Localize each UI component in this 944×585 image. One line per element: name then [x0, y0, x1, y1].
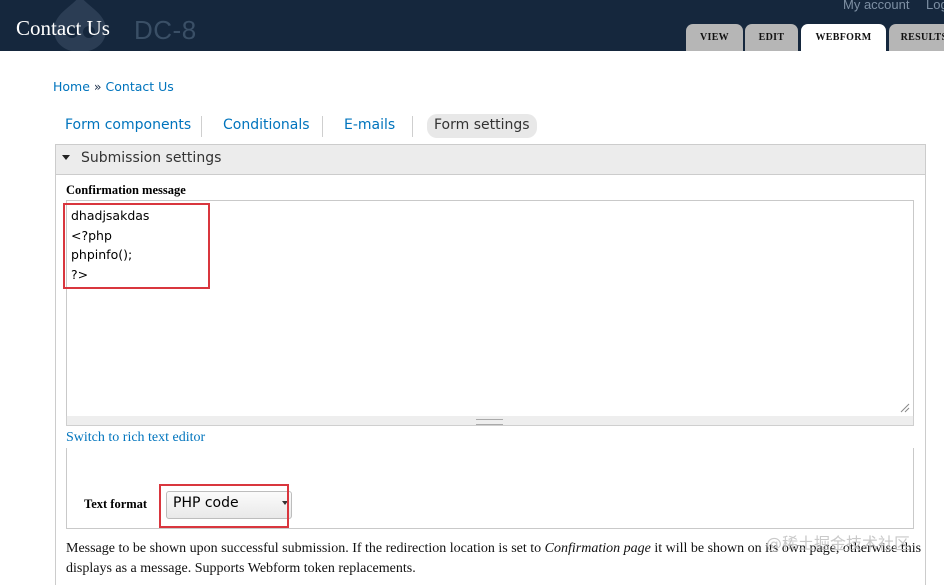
grippie-lines-icon — [476, 419, 503, 425]
breadcrumb-separator: » — [93, 79, 102, 94]
description-text: Message to be shown upon successful subm… — [66, 541, 545, 556]
site-name[interactable]: DC-8 — [134, 15, 197, 46]
highlight-box — [63, 203, 210, 289]
page-title: Contact Us — [16, 16, 110, 40]
resize-handle-icon[interactable] — [900, 403, 910, 413]
tab-conditionals[interactable]: Conditionals — [223, 114, 310, 138]
tab-form-settings[interactable]: Form settings — [427, 114, 537, 138]
tab-form-components[interactable]: Form components — [65, 114, 191, 138]
highlight-box — [159, 484, 289, 528]
tab-divider — [322, 116, 323, 137]
tab-emails[interactable]: E-mails — [344, 114, 395, 138]
description-emphasis: Confirmation page — [544, 541, 651, 556]
fieldset-legend-label: Submission settings — [81, 150, 222, 166]
fieldset-legend[interactable]: Submission settings — [56, 145, 925, 175]
tab-divider — [201, 116, 202, 137]
watermark: @稀土掘金技术社区 — [766, 534, 911, 553]
breadcrumb: Home » Contact Us — [53, 79, 174, 94]
tab-webform[interactable]: WEBFORM — [801, 24, 886, 51]
logout-link[interactable]: Log out — [926, 0, 944, 12]
my-account-link[interactable]: My account — [843, 0, 909, 12]
site-header: Contact Us DC-8 My account Log out VIEW … — [0, 0, 944, 51]
tab-view[interactable]: VIEW — [686, 24, 743, 51]
confirmation-message-label: Confirmation message — [66, 183, 186, 197]
tab-divider — [412, 116, 413, 137]
breadcrumb-current-link[interactable]: Contact Us — [106, 79, 174, 94]
breadcrumb-home-link[interactable]: Home — [53, 79, 90, 94]
switch-rich-text-link[interactable]: Switch to rich text editor — [66, 430, 205, 446]
tab-results[interactable]: RESULTS — [889, 24, 944, 51]
text-format-label: Text format — [84, 497, 148, 511]
collapse-arrow-icon[interactable] — [62, 155, 70, 160]
tab-edit[interactable]: EDIT — [745, 24, 798, 51]
